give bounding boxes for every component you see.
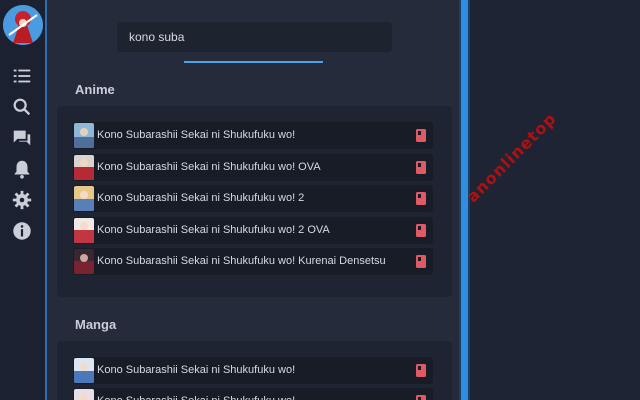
cover-thumbnail [74,389,94,400]
anime-result-row[interactable]: Kono Subarashii Sekai ni Shukufuku wo! O… [73,154,433,181]
cover-thumbnail [74,249,94,274]
anime-result-row[interactable]: Kono Subarashii Sekai ni Shukufuku wo! 2… [73,217,433,244]
result-title: Kono Subarashii Sekai ni Shukufuku wo! O… [97,161,321,173]
cover-thumbnail [74,186,94,211]
bookmark-icon[interactable] [416,129,426,142]
bell-icon[interactable] [11,158,33,180]
info-icon[interactable] [11,220,33,242]
bookmark-icon[interactable] [416,224,426,237]
cover-thumbnail [74,155,94,180]
cover-thumbnail [74,358,94,383]
manga-section-title: Manga [75,317,117,332]
result-title: Kono Subarashii Sekai ni Shukufuku wo! 2 [97,192,305,204]
panel-resize-handle[interactable] [459,0,470,400]
anime-result-row[interactable]: Kono Subarashii Sekai ni Shukufuku wo! K… [73,248,433,275]
anime-result-row[interactable]: Kono Subarashii Sekai ni Shukufuku wo! 2 [73,185,433,212]
side-rail [0,0,46,400]
bookmark-icon[interactable] [416,364,426,377]
cover-thumbnail [74,218,94,243]
search-icon[interactable] [11,96,33,118]
search-input[interactable] [129,22,384,52]
forum-icon[interactable] [11,127,33,149]
search-box[interactable] [117,22,392,52]
manga-result-row[interactable]: Kono Subarashii Sekai ni Shukufuku wo! [73,357,433,384]
bookmark-icon[interactable] [416,192,426,205]
bookmark-icon[interactable] [416,255,426,268]
result-title: Kono Subarashii Sekai ni Shukufuku wo! [97,364,296,376]
bookmark-icon[interactable] [416,161,426,174]
list-icon[interactable] [11,65,33,87]
anime-result-row[interactable]: Kono Subarashii Sekai ni Shukufuku wo! [73,122,433,149]
search-progress-bar [184,61,323,63]
content-area [470,0,640,400]
result-title: Kono Subarashii Sekai ni Shukufuku wo! K… [97,255,386,267]
cover-thumbnail [74,123,94,148]
avatar[interactable] [3,5,43,45]
result-title: Kono Subarashii Sekai ni Shukufuku wo! 2… [97,224,330,236]
anime-section-title: Anime [75,82,115,97]
result-title: Kono Subarashii Sekai ni Shukufuku wo! [97,388,397,400]
bookmark-icon[interactable] [416,395,426,400]
result-title: Kono Subarashii Sekai ni Shukufuku wo! [97,129,296,141]
gear-icon[interactable] [11,189,33,211]
manga-result-row[interactable]: Kono Subarashii Sekai ni Shukufuku wo! [73,388,433,400]
